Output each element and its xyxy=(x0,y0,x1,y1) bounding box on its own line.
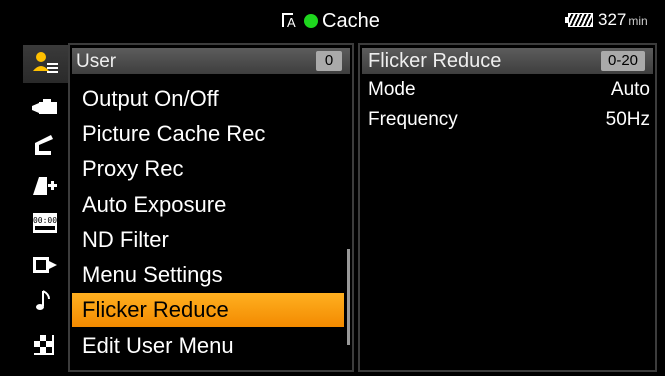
menu-page-badge: 0 xyxy=(316,51,342,71)
tc-media-icon[interactable] xyxy=(31,173,59,197)
detail-row-value: 50Hz xyxy=(605,109,650,130)
menu-header: User 0 xyxy=(72,48,350,74)
user-menu-icon[interactable] xyxy=(31,51,59,75)
detail-row-value: Auto xyxy=(610,79,650,100)
page-title: Cache xyxy=(322,9,380,32)
menu-item-menu-settings[interactable]: Menu Settings xyxy=(72,258,344,292)
menu-scrollbar[interactable] xyxy=(347,249,350,345)
maintenance-icon[interactable] xyxy=(31,333,59,357)
remaining-time: 327 min xyxy=(598,10,648,30)
detail-range-badge: 0-20 xyxy=(601,51,645,71)
detail-title: Flicker Reduce xyxy=(368,50,502,72)
menu-item-picture-cache-rec[interactable]: Picture Cache Rec xyxy=(72,117,344,151)
title-area: A Cache xyxy=(280,8,380,34)
remaining-time-unit: min xyxy=(628,14,648,28)
menu-item-nd-filter[interactable]: ND Filter xyxy=(72,223,344,257)
detail-row-frequency[interactable]: Frequency 50Hz xyxy=(368,106,650,134)
detail-panel: Flicker Reduce 0-20 Mode Auto Frequency … xyxy=(358,43,657,372)
battery-icon xyxy=(565,13,593,27)
camera-icon[interactable] xyxy=(31,95,59,119)
menu-item-output-on-off[interactable]: Output On/Off xyxy=(72,82,344,116)
camera-menu-screen: A Cache 327 min 00:00 User 0 Output On/O… xyxy=(0,0,665,376)
menu-item-edit-user-menu[interactable]: Edit User Menu xyxy=(72,329,344,363)
detail-row-name: Mode xyxy=(368,79,416,100)
menu-title: User xyxy=(76,51,117,72)
cache-a-icon: A xyxy=(280,11,300,31)
menu-item-proxy-rec[interactable]: Proxy Rec xyxy=(72,152,344,186)
timecode-icon[interactable]: 00:00 xyxy=(31,211,59,235)
menu-item-flicker-reduce[interactable]: Flicker Reduce xyxy=(72,293,344,327)
menu-item-auto-exposure[interactable]: Auto Exposure xyxy=(72,188,344,222)
svg-text:00:00: 00:00 xyxy=(33,216,57,225)
detail-row-mode[interactable]: Mode Auto xyxy=(368,76,650,104)
output-icon[interactable] xyxy=(31,253,59,277)
audio-note-icon[interactable] xyxy=(31,289,59,313)
remaining-time-value: 327 xyxy=(598,10,627,29)
menu-list-panel: User 0 Output On/Off Picture Cache Rec P… xyxy=(68,43,354,372)
detail-header: Flicker Reduce 0-20 xyxy=(362,48,653,74)
category-sidebar: 00:00 xyxy=(23,43,68,373)
detail-row-name: Frequency xyxy=(368,109,458,130)
recording-dot-icon xyxy=(304,14,318,28)
paint-icon[interactable] xyxy=(31,133,59,157)
status-bar: A Cache 327 min xyxy=(0,0,665,40)
